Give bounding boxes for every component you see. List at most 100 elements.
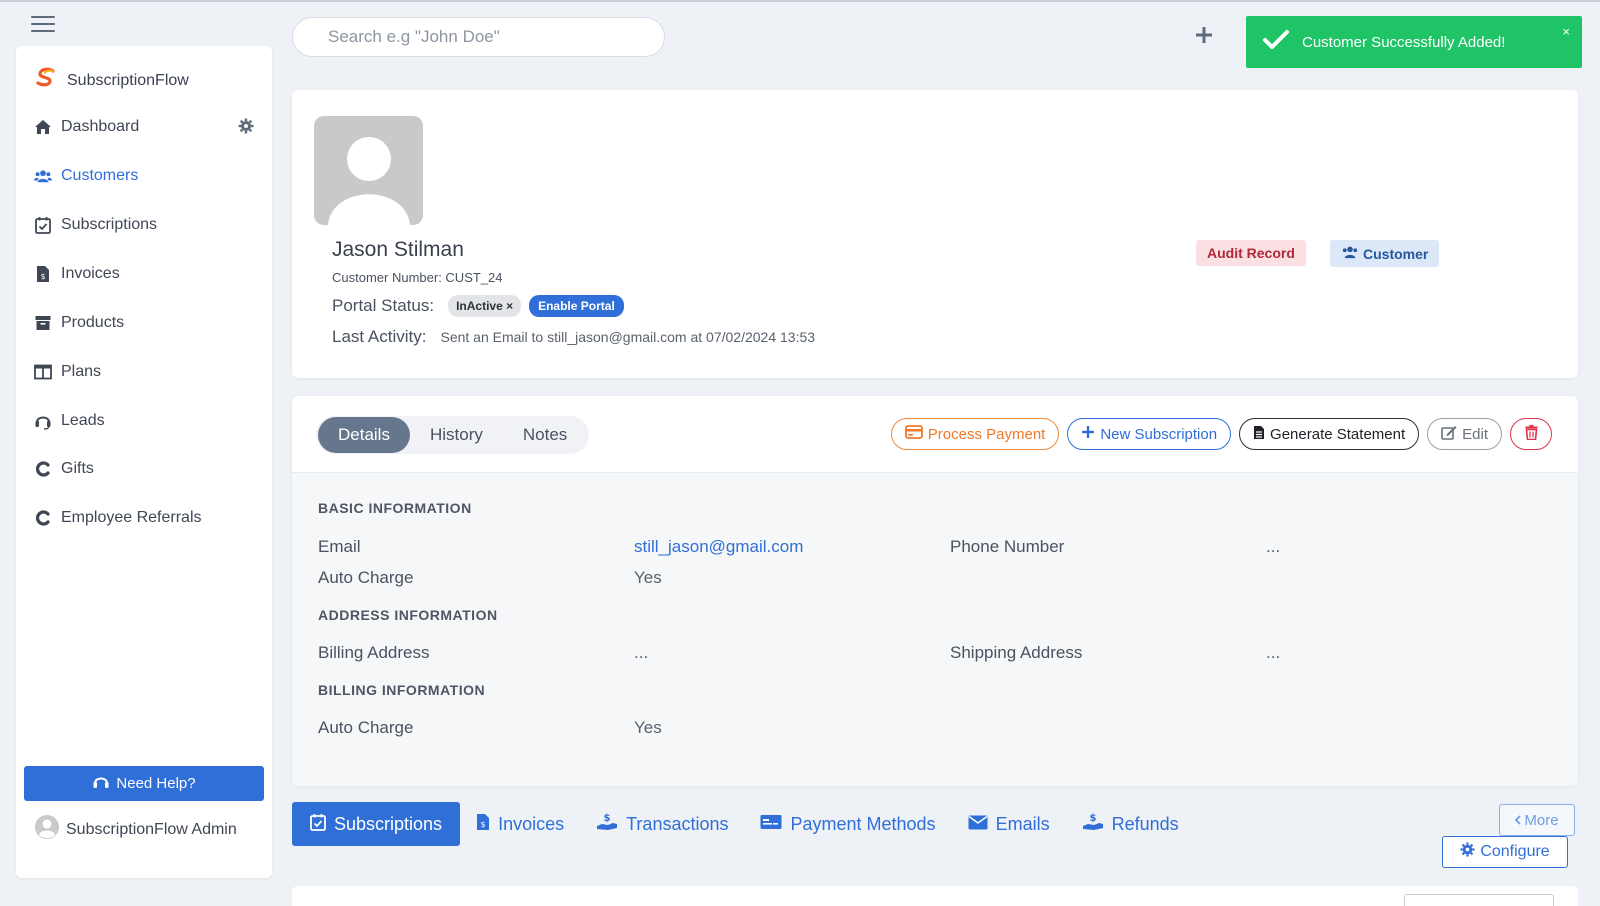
hand-dollar-icon: $ <box>1082 812 1104 837</box>
tab-notes[interactable]: Notes <box>503 417 587 453</box>
chevron-left-icon <box>1515 812 1522 829</box>
tab-transactions[interactable]: $ Transactions <box>580 802 744 846</box>
billing-address-label: Billing Address <box>318 643 430 662</box>
sidebar-item-label: Plans <box>61 363 102 380</box>
sidebar-item-label: Products <box>61 314 125 331</box>
menu-toggle-icon[interactable] <box>31 16 55 34</box>
panel-select[interactable] <box>1404 894 1554 906</box>
sidebar-item-label: Gifts <box>61 460 94 477</box>
portal-status-label: Portal Status: <box>332 296 435 315</box>
sidebar-item-label: Invoices <box>61 265 120 282</box>
svg-text:$: $ <box>604 813 611 824</box>
configure-label: Configure <box>1480 843 1550 860</box>
subscriptionflow-logo-icon <box>34 66 58 95</box>
svg-text:$: $ <box>481 820 486 829</box>
phone-label: Phone Number <box>950 537 1065 556</box>
last-activity-label: Last Activity: <box>332 327 427 346</box>
calendar-check-icon <box>310 813 326 836</box>
generate-statement-button[interactable]: Generate Statement <box>1239 418 1420 450</box>
sidebar-item-plans[interactable]: Plans <box>34 363 254 381</box>
invoice-icon: $ <box>34 265 52 283</box>
customer-badge-label: Customer <box>1363 245 1429 262</box>
admin-profile[interactable]: SubscriptionFlow Admin <box>34 814 237 845</box>
admin-name: SubscriptionFlow Admin <box>66 820 237 838</box>
sidebar-item-products[interactable]: Products <box>34 314 254 332</box>
brand[interactable]: SubscriptionFlow <box>34 66 189 95</box>
sidebar-item-gifts[interactable]: Gifts <box>34 460 254 478</box>
sidebar-item-employee-referrals[interactable]: Employee Referrals <box>34 509 254 527</box>
tab-emails[interactable]: Emails <box>952 802 1066 846</box>
tab-invoices[interactable]: $ Invoices <box>460 802 580 846</box>
new-subscription-label: New Subscription <box>1100 425 1218 443</box>
headset-icon <box>92 773 110 795</box>
tab-refunds[interactable]: $ Refunds <box>1066 802 1195 846</box>
tab-subscriptions[interactable]: Subscriptions <box>292 802 461 846</box>
add-icon[interactable] <box>1193 24 1215 46</box>
auto-charge-value: Yes <box>634 568 662 587</box>
portal-status-row: Portal Status: InActive × Enable Portal <box>332 295 624 317</box>
top-border <box>0 0 1600 2</box>
edit-icon <box>1441 425 1457 444</box>
subscriptions-panel <box>292 886 1578 906</box>
configure-button[interactable]: Configure <box>1442 836 1568 868</box>
tab-details[interactable]: Details <box>318 417 410 453</box>
customer-avatar <box>314 116 423 225</box>
need-help-button[interactable]: Need Help? <box>24 766 264 801</box>
tab-label: Emails <box>995 813 1050 834</box>
check-icon <box>1262 28 1290 56</box>
email-value[interactable]: still_jason@gmail.com <box>634 537 803 557</box>
sidebar-item-label: Leads <box>61 412 105 429</box>
billing-auto-charge-label: Auto Charge <box>318 718 414 737</box>
envelope-icon <box>968 814 988 835</box>
tab-label: Refunds <box>1111 813 1179 834</box>
sidebar-item-leads[interactable]: Leads <box>34 412 254 430</box>
basic-information-heading: BASIC INFORMATION <box>318 500 472 516</box>
need-help-label: Need Help? <box>116 775 196 792</box>
more-label: More <box>1524 811 1559 829</box>
document-icon <box>1253 425 1265 444</box>
billing-information-heading: BILLING INFORMATION <box>318 682 486 698</box>
success-toast: Customer Successfully Added! × <box>1246 16 1582 68</box>
delete-button[interactable] <box>1510 418 1552 450</box>
process-payment-button[interactable]: Process Payment <box>890 418 1060 450</box>
users-icon <box>34 167 52 185</box>
credit-card-icon <box>904 425 923 443</box>
portal-status-badge[interactable]: InActive × <box>448 295 522 317</box>
auto-charge-label: Auto Charge <box>318 568 414 587</box>
enable-portal-button[interactable]: Enable Portal <box>529 295 624 317</box>
gear-icon <box>1460 842 1475 862</box>
tab-payment-methods[interactable]: Payment Methods <box>744 802 951 846</box>
edit-label: Edit <box>1462 425 1488 443</box>
customer-profile-card: Jason Stilman Customer Number: CUST_24 P… <box>292 90 1578 378</box>
sidebar-item-invoices[interactable]: $ Invoices <box>34 265 254 283</box>
tab-history[interactable]: History <box>410 417 503 453</box>
customer-name: Jason Stilman <box>332 238 464 261</box>
brand-name: SubscriptionFlow <box>67 71 189 89</box>
billing-address-value: ... <box>634 643 649 662</box>
credit-card-icon <box>760 814 782 835</box>
last-activity-value: Sent an Email to still_jason@gmail.com a… <box>440 329 816 345</box>
headset-icon <box>34 412 52 430</box>
last-activity-row: Last Activity: Sent an Email to still_ja… <box>332 327 815 347</box>
billing-auto-charge-value: Yes <box>634 718 662 737</box>
sidebar-item-subscriptions[interactable]: Subscriptions <box>34 216 254 234</box>
edit-button[interactable]: Edit <box>1427 418 1502 450</box>
sidebar-item-label: Dashboard <box>61 118 140 135</box>
gear-icon[interactable] <box>238 118 254 139</box>
sidebar-item-label: Employee Referrals <box>61 509 202 526</box>
sidebar: SubscriptionFlow Dashboard Customers Sub… <box>16 46 272 878</box>
process-payment-label: Process Payment <box>927 425 1046 443</box>
search-input[interactable]: Search e.g "John Doe" <box>292 17 665 57</box>
action-buttons: Process Payment New Subscription Generat… <box>890 418 1552 450</box>
svg-text:$: $ <box>40 272 45 281</box>
columns-icon <box>34 363 52 381</box>
sidebar-item-customers[interactable]: Customers <box>34 167 254 185</box>
avatar <box>34 814 60 845</box>
customer-type-badge: Customer <box>1330 240 1440 267</box>
more-button[interactable]: More <box>1499 804 1575 836</box>
new-subscription-button[interactable]: New Subscription <box>1067 418 1232 450</box>
sidebar-item-dashboard[interactable]: Dashboard <box>34 118 254 136</box>
generate-statement-label: Generate Statement <box>1270 425 1406 443</box>
close-icon[interactable]: × <box>1562 24 1570 39</box>
audit-record-button[interactable]: Audit Record <box>1196 240 1306 266</box>
